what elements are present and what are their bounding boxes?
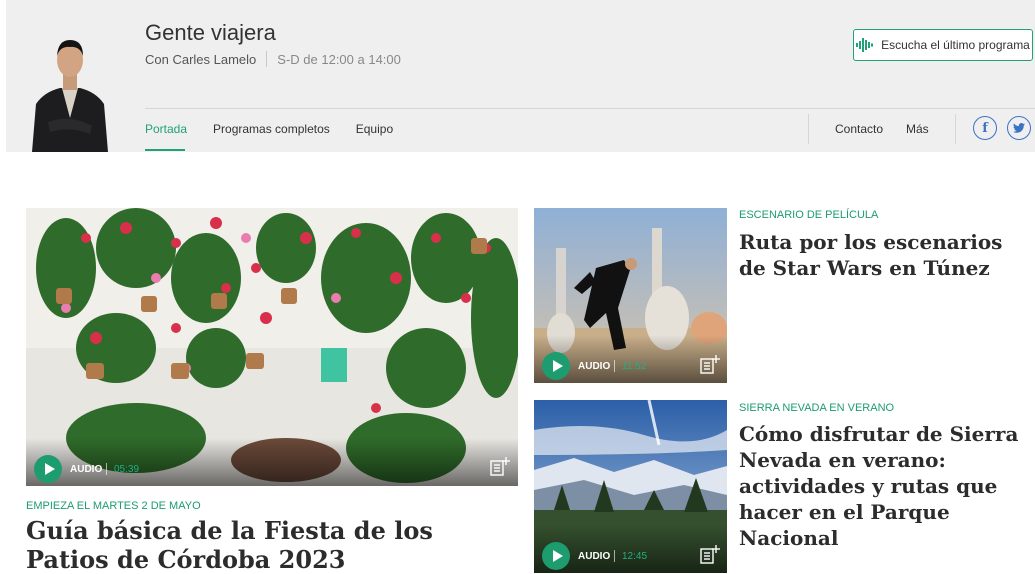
program-header: Gente viajera Con Carles Lamelo S-D de 1…: [6, 0, 1035, 152]
listen-latest-label: Escucha el último programa: [881, 38, 1030, 52]
add-to-playlist-icon[interactable]: [490, 456, 510, 476]
article-headline[interactable]: Guía básica de la Fiesta de los Patios d…: [26, 516, 518, 574]
article-headline[interactable]: Cómo disfrutar de Sierra Nevada en veran…: [739, 421, 1029, 551]
article-headline[interactable]: Ruta por los escenarios de Star Wars en …: [739, 229, 1029, 281]
audio-label: AUDIO: [70, 464, 103, 475]
header-divider: [145, 108, 1035, 109]
audio-divider: [614, 550, 615, 562]
audio-duration: 11:52: [622, 361, 647, 372]
active-tab-indicator: [145, 149, 185, 151]
show-title: Gente viajera: [145, 20, 276, 45]
audio-divider: [614, 360, 615, 372]
audio-divider: [106, 463, 107, 475]
audio-label: AUDIO: [578, 551, 611, 562]
host-name: Con Carles Lamelo: [145, 51, 257, 67]
schedule: S-D de 12:00 a 14:00: [277, 51, 401, 67]
article-kicker: Sierra Nevada en verano: [739, 402, 895, 414]
social-separator: [955, 114, 956, 144]
audio-duration: 05:39: [114, 464, 140, 475]
article-image-star-wars[interactable]: AUDIO 11:52: [534, 208, 727, 383]
audio-duration: 12:45: [622, 551, 648, 562]
host-photo: [28, 22, 112, 152]
nav-programas-completos[interactable]: Programas completos: [213, 122, 330, 136]
listen-latest-button[interactable]: Escucha el último programa: [853, 29, 1033, 61]
nav-portada[interactable]: Portada: [145, 122, 187, 136]
nav-equipo[interactable]: Equipo: [356, 122, 393, 136]
sound-wave-icon: [856, 38, 874, 52]
play-button[interactable]: [34, 455, 62, 483]
play-button[interactable]: [542, 542, 570, 570]
image-overlay: [26, 438, 518, 486]
play-button[interactable]: [542, 352, 570, 380]
nav-contacto[interactable]: Contacto: [835, 122, 883, 136]
article-image-sierra-nevada[interactable]: AUDIO 12:45: [534, 400, 727, 573]
add-to-playlist-icon[interactable]: [700, 544, 720, 564]
facebook-icon[interactable]: f: [973, 116, 997, 140]
twitter-icon[interactable]: [1007, 116, 1031, 140]
program-nav: Portada Programas completos Equipo: [145, 122, 419, 136]
article-kicker: Empieza el martes 2 de mayo: [26, 500, 201, 512]
article-image-patios[interactable]: AUDIO 05:39: [26, 208, 518, 486]
add-to-playlist-icon[interactable]: [700, 354, 720, 374]
meta-divider: [266, 51, 268, 67]
audio-label: AUDIO: [578, 361, 611, 372]
nav-separator: [808, 114, 809, 144]
show-meta: Con Carles Lamelo S-D de 12:00 a 14:00: [145, 51, 401, 67]
nav-mas[interactable]: Más: [906, 122, 929, 136]
article-kicker: Escenario de película: [739, 209, 879, 221]
